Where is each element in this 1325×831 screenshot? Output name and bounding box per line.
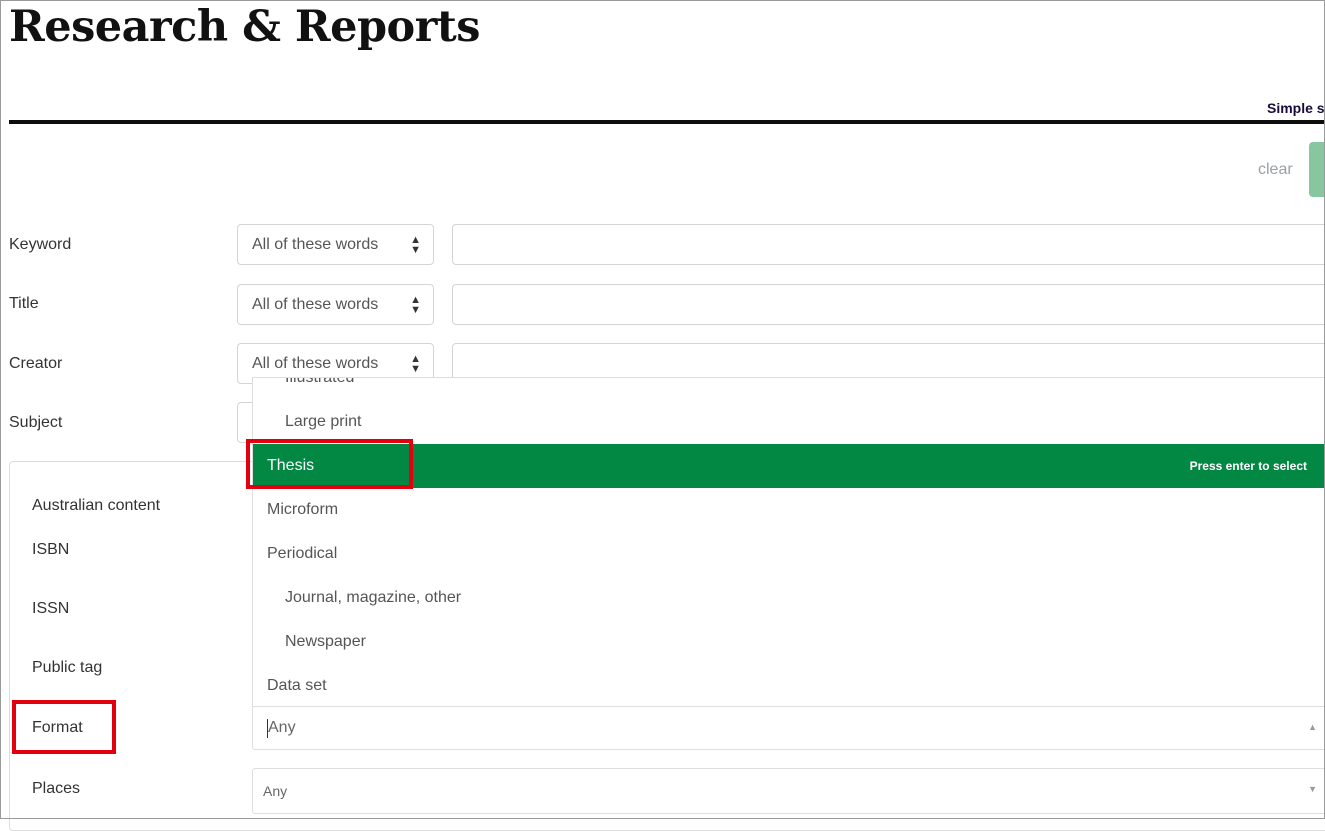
select-arrows-icon: ▲ ▼	[410, 353, 421, 375]
subject-label: Subject	[9, 414, 63, 431]
header-divider	[9, 120, 1325, 124]
format-option-newspaper[interactable]: Newspaper	[253, 620, 1325, 664]
format-option-microform[interactable]: Microform	[253, 488, 1325, 532]
chevron-up-icon: ▲	[1308, 722, 1317, 732]
issn-label: ISSN	[32, 600, 70, 617]
keyword-mode-select[interactable]: All of these words ▲ ▼	[237, 224, 434, 265]
keyword-label: Keyword	[9, 236, 72, 253]
format-option-periodical[interactable]: Periodical	[253, 532, 1325, 576]
title-input[interactable]	[452, 284, 1325, 325]
format-option-thesis-label: Thesis	[267, 457, 315, 474]
title-mode-select[interactable]: All of these words ▲ ▼	[237, 284, 434, 325]
format-option-illustrated[interactable]: Illustrated	[253, 378, 1325, 400]
format-dropdown-list: Illustrated Large print Thesis Press ent…	[252, 377, 1325, 707]
places-combobox[interactable]: Any ▼	[252, 768, 1325, 814]
creator-mode-value: All of these words	[252, 355, 379, 372]
isbn-label: ISBN	[32, 541, 70, 558]
press-enter-hint: Press enter to select	[1189, 459, 1307, 473]
format-label: Format	[32, 719, 83, 736]
search-button[interactable]	[1309, 142, 1325, 197]
title-label: Title	[9, 295, 39, 312]
select-arrows-icon: ▲ ▼	[410, 234, 421, 256]
format-option-journal[interactable]: Journal, magazine, other	[253, 576, 1325, 620]
format-option-thesis[interactable]: Thesis Press enter to select	[253, 444, 1325, 488]
page-title: Research & Reports	[9, 2, 480, 52]
keyword-mode-value: All of these words	[252, 236, 379, 253]
chevron-down-icon: ▼	[1308, 784, 1317, 794]
simple-search-link[interactable]: Simple s	[1267, 100, 1325, 116]
title-mode-value: All of these words	[252, 296, 379, 313]
format-option-data-set[interactable]: Data set	[253, 664, 1325, 706]
clear-button[interactable]: clear	[1258, 161, 1293, 179]
format-combobox[interactable]: Any ▲	[252, 706, 1325, 750]
format-combobox-value: Any	[268, 719, 296, 736]
format-option-large-print[interactable]: Large print	[253, 400, 1325, 444]
creator-label: Creator	[9, 355, 63, 372]
public-tag-label: Public tag	[32, 659, 103, 676]
select-arrows-icon: ▲ ▼	[410, 294, 421, 316]
keyword-input[interactable]	[452, 224, 1325, 265]
places-label: Places	[32, 780, 81, 797]
australian-content-label: Australian content	[32, 497, 161, 514]
places-combobox-value: Any	[263, 783, 288, 799]
